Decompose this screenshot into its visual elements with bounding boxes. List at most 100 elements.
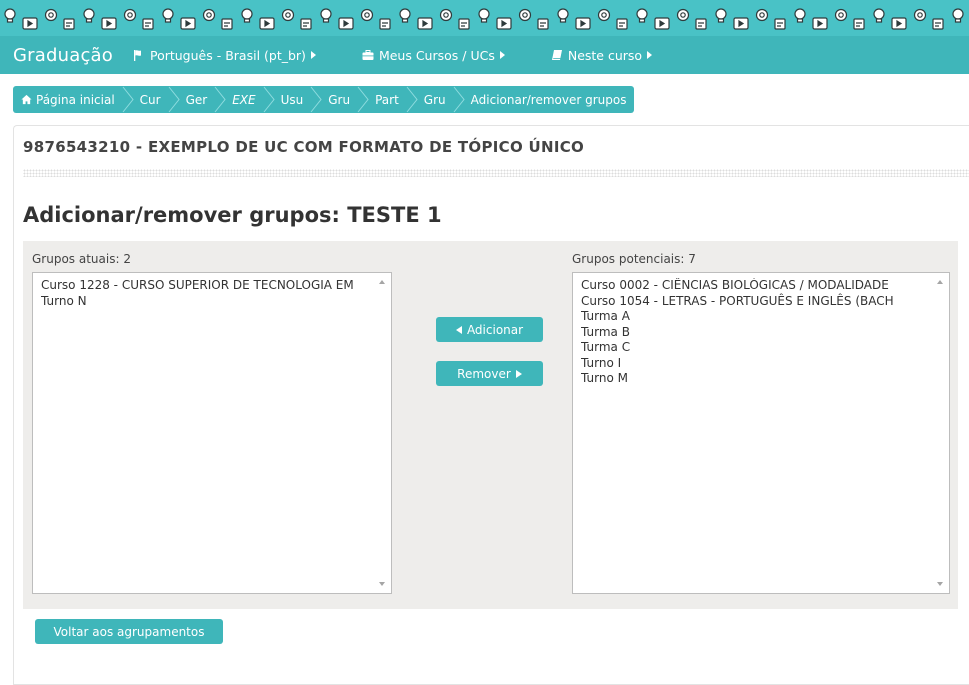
lightbulb-doodle: [162, 8, 174, 20]
note-doodle: [142, 18, 154, 30]
nav-language-menu[interactable]: Português - Brasil (pt_br): [133, 48, 316, 63]
home-icon: [21, 94, 32, 105]
lightbulb-doodle: [4, 8, 16, 20]
badge-doodle: [360, 8, 374, 22]
arrow-right-icon: [515, 369, 522, 378]
potential-groups-listbox[interactable]: Curso 0002 - CIÊNCIAS BIOLÓGICAS / MODAL…: [572, 272, 950, 594]
lightbulb-doodle: [83, 8, 95, 20]
note-doodle: [695, 18, 707, 30]
scroll-up-icon[interactable]: [937, 280, 943, 284]
list-item[interactable]: Curso 1054 - LETRAS - PORTUGUÊS E INGLÊS…: [581, 294, 931, 310]
nav-this-course-menu[interactable]: Neste curso: [551, 47, 653, 63]
breadcrumb-separator-icon: [168, 86, 180, 113]
lightbulb-base-doodle: [480, 18, 488, 23]
current-groups-items: Curso 1228 - CURSO SUPERIOR DE TECNOLOGI…: [41, 278, 373, 309]
caret-right-icon: [310, 51, 316, 59]
breadcrumb-separator-icon: [453, 86, 465, 113]
lightbulb-base-doodle: [401, 18, 409, 23]
potential-groups-label: Grupos potenciais: 7: [572, 252, 696, 266]
breadcrumb-separator-icon: [357, 86, 369, 113]
add-button[interactable]: Adicionar: [436, 317, 543, 342]
scroll-down-icon[interactable]: [937, 582, 943, 586]
breadcrumb-item[interactable]: Gru: [328, 93, 350, 107]
badge-doodle: [755, 8, 769, 22]
breadcrumb-item[interactable]: Usu: [281, 93, 304, 107]
caret-right-icon: [499, 51, 505, 59]
note-doodle: [300, 18, 312, 30]
note-doodle: [774, 18, 786, 30]
scroll-up-icon[interactable]: [379, 280, 385, 284]
back-to-groupings-button[interactable]: Voltar aos agrupamentos: [35, 619, 223, 644]
list-item[interactable]: Turma B: [581, 325, 931, 341]
lightbulb-base-doodle: [559, 18, 567, 23]
breadcrumb-home[interactable]: Página inicial: [21, 93, 115, 107]
caret-right-icon: [647, 51, 653, 59]
breadcrumb-separator-icon: [214, 86, 226, 113]
site-brand[interactable]: Graduação: [13, 45, 113, 66]
note-doodle: [616, 18, 628, 30]
lightbulb-base-doodle: [6, 18, 14, 23]
potential-groups-scrollbar[interactable]: [934, 273, 949, 593]
breadcrumb: Página inicial Cur Ger EXE Usu Gru Part …: [13, 86, 635, 113]
badge-doodle: [518, 8, 532, 22]
main-content-card: 9876543210 - EXEMPLO DE UC COM FORMATO D…: [13, 125, 969, 685]
list-item[interactable]: Turno I: [581, 356, 931, 372]
lightbulb-doodle: [320, 8, 332, 20]
briefcase-icon: [362, 50, 374, 60]
lightbulb-doodle: [399, 8, 411, 20]
badge-doodle: [913, 8, 927, 22]
scroll-down-icon[interactable]: [379, 582, 385, 586]
list-item[interactable]: Turma C: [581, 340, 931, 356]
list-item[interactable]: Turno M: [581, 371, 931, 387]
badge-doodle: [44, 8, 58, 22]
breadcrumb-current: Adicionar/remover grupos: [470, 92, 627, 107]
current-groups-scrollbar[interactable]: [376, 273, 391, 593]
badge-doodle: [202, 8, 216, 22]
nav-this-course-label: Neste curso: [567, 47, 643, 63]
header-banner: [0, 0, 969, 36]
lightbulb-base-doodle: [796, 18, 804, 23]
note-doodle: [379, 18, 391, 30]
breadcrumb-home-label: Página inicial: [36, 92, 115, 107]
current-groups-label: Grupos atuais: 2: [32, 252, 131, 266]
breadcrumb-item[interactable]: Ger: [186, 93, 208, 107]
badge-doodle: [123, 8, 137, 22]
note-doodle: [63, 18, 75, 30]
list-item[interactable]: Turma A: [581, 309, 931, 325]
breadcrumb-item[interactable]: Cur: [140, 93, 161, 107]
lightbulb-base-doodle: [875, 18, 883, 23]
breadcrumb-item[interactable]: Part: [375, 93, 399, 107]
list-item[interactable]: Turno N: [41, 294, 373, 310]
nav-language-label: Português - Brasil (pt_br): [149, 47, 306, 63]
nav-my-courses-menu[interactable]: Meus Cursos / UCs: [362, 48, 505, 63]
dotted-divider: [23, 169, 969, 177]
lightbulb-base-doodle: [85, 18, 93, 23]
lightbulb-base-doodle: [717, 18, 725, 23]
list-item[interactable]: Curso 0002 - CIÊNCIAS BIOLÓGICAS / MODAL…: [581, 278, 931, 294]
note-doodle: [458, 18, 470, 30]
current-groups-listbox[interactable]: Curso 1228 - CURSO SUPERIOR DE TECNOLOGI…: [32, 272, 392, 594]
breadcrumb-separator-icon: [406, 86, 418, 113]
lightbulb-doodle: [952, 8, 964, 20]
note-doodle: [537, 18, 549, 30]
list-item[interactable]: Curso 1228 - CURSO SUPERIOR DE TECNOLOGI…: [41, 278, 373, 294]
badge-doodle: [676, 8, 690, 22]
note-doodle: [853, 18, 865, 30]
note-doodle: [221, 18, 233, 30]
lightbulb-doodle: [241, 8, 253, 20]
breadcrumb-separator-icon: [122, 86, 134, 113]
lightbulb-doodle: [715, 8, 727, 20]
breadcrumb-item[interactable]: Gru: [424, 93, 446, 107]
breadcrumb-item[interactable]: EXE: [232, 93, 255, 107]
remove-button[interactable]: Remover: [436, 361, 543, 386]
lightbulb-doodle: [636, 8, 648, 20]
lightbulb-doodle: [557, 8, 569, 20]
lightbulb-base-doodle: [638, 18, 646, 23]
back-to-groupings-label: Voltar aos agrupamentos: [53, 624, 205, 639]
lightbulb-base-doodle: [243, 18, 251, 23]
flag-icon: [133, 50, 141, 61]
top-navbar: Graduação Português - Brasil (pt_br) Meu…: [0, 36, 969, 74]
note-doodle: [932, 18, 944, 30]
banner-pattern: [4, 8, 964, 30]
badge-doodle: [439, 8, 453, 22]
